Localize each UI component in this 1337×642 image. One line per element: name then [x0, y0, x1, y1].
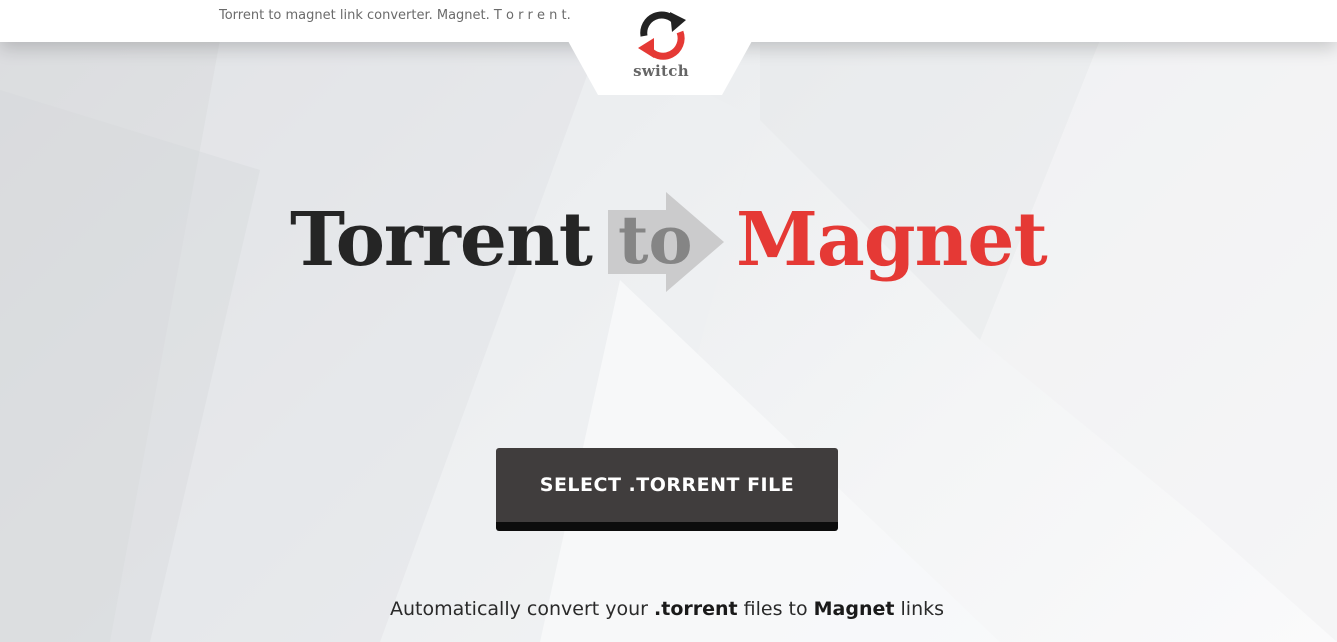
switch-logo[interactable]: switch: [624, 6, 698, 82]
logo-text: switch: [633, 62, 689, 80]
hero-word-to: to: [618, 201, 693, 279]
description-text: Automatically convert your .torrent file…: [0, 598, 1334, 620]
description-part3: links: [894, 598, 945, 620]
hero-word-magnet: Magnet: [736, 197, 1048, 283]
polygon-background: [0, 0, 1337, 642]
description-bold-torrent: .torrent: [654, 598, 738, 620]
description-bold-magnet: Magnet: [813, 598, 895, 620]
select-torrent-file-button[interactable]: SELECT .TORRENT FILE: [496, 448, 838, 531]
description-part2: files to: [737, 598, 814, 620]
description-part1: Automatically convert your: [389, 598, 655, 620]
switch-arrows-icon: [632, 6, 692, 62]
hero-word-torrent: Torrent: [290, 197, 593, 283]
site-tagline: Torrent to magnet link converter. Magnet…: [219, 8, 571, 23]
hero-title: Torrent to Magnet: [0, 180, 1337, 300]
